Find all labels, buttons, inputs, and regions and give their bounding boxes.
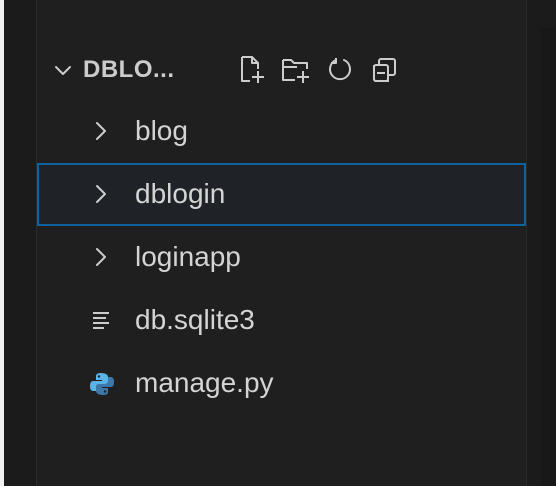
new-file-icon bbox=[237, 54, 267, 86]
python-icon bbox=[89, 371, 114, 395]
folder-title: DBLO... bbox=[83, 56, 175, 83]
editor-edge bbox=[526, 0, 556, 486]
chevron-right-icon[interactable] bbox=[89, 245, 113, 269]
tree-item-label: dblogin bbox=[135, 178, 226, 209]
chevron-down-icon[interactable] bbox=[51, 59, 75, 83]
tree-item-label: db.sqlite3 bbox=[135, 304, 255, 335]
new-folder-icon bbox=[280, 54, 312, 86]
chevron-right-icon[interactable] bbox=[89, 119, 113, 143]
new-file-button[interactable] bbox=[233, 52, 271, 88]
tree-item-dblogin[interactable]: dblogin bbox=[37, 163, 526, 226]
tree-item-db-sqlite3[interactable]: db.sqlite3 bbox=[37, 289, 526, 352]
collapse-all-icon bbox=[369, 55, 399, 85]
refresh-icon bbox=[325, 55, 355, 85]
tree-item-loginapp[interactable]: loginapp bbox=[37, 226, 526, 289]
tree-item-label: manage.py bbox=[135, 367, 274, 398]
activity-gutter bbox=[4, 0, 37, 486]
chevron-right-icon[interactable] bbox=[89, 182, 113, 206]
tree-item-label: loginapp bbox=[135, 241, 241, 272]
collapse-all-button[interactable] bbox=[365, 52, 403, 88]
lines-file-icon bbox=[89, 308, 113, 332]
explorer-actions bbox=[233, 52, 403, 88]
file-tree: blog dblogin loginapp db.sqlite3 manage.… bbox=[37, 100, 526, 415]
tree-item-blog[interactable]: blog bbox=[37, 100, 526, 163]
vscode-window: DBLO... blog dblogin loginapp db.sqlite3… bbox=[0, 0, 556, 486]
refresh-button[interactable] bbox=[321, 52, 359, 88]
tree-item-manage-py[interactable]: manage.py bbox=[37, 352, 526, 415]
explorer-folder-header[interactable]: DBLO... bbox=[37, 40, 526, 100]
explorer-panel: DBLO... blog dblogin loginapp db.sqlite3… bbox=[37, 0, 526, 486]
tree-item-label: blog bbox=[135, 115, 188, 146]
new-folder-button[interactable] bbox=[277, 52, 315, 88]
editor-scroll-strip[interactable] bbox=[541, 28, 556, 486]
